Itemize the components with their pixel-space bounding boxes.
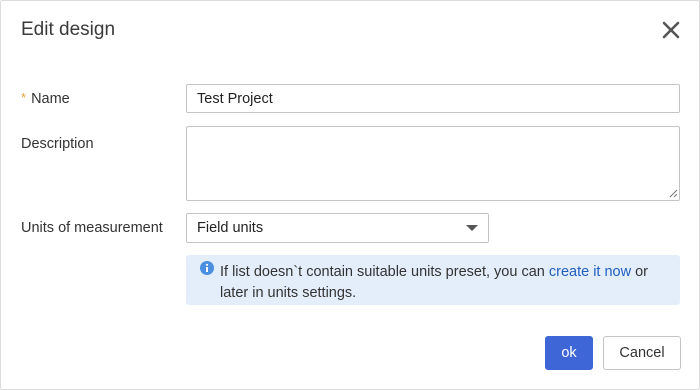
chevron-down-icon — [466, 225, 478, 231]
edit-design-dialog: Edit design * Name Description Units of m… — [0, 0, 700, 390]
info-text: If list doesn`t contain suitable units p… — [220, 262, 670, 304]
units-label: Units of measurement — [21, 220, 163, 236]
units-select[interactable]: Field units — [186, 213, 489, 243]
resize-grip-icon[interactable] — [668, 188, 678, 198]
info-icon — [200, 261, 214, 275]
dialog-title: Edit design — [21, 19, 116, 40]
close-button[interactable] — [659, 18, 683, 42]
info-notice: If list doesn`t contain suitable units p… — [186, 255, 680, 305]
description-label: Description — [21, 136, 94, 152]
name-input[interactable] — [186, 84, 680, 113]
create-units-link[interactable]: create it now — [549, 264, 631, 280]
units-selected-value: Field units — [197, 220, 264, 236]
name-label: * Name — [21, 90, 70, 107]
name-label-text: Name — [31, 91, 70, 107]
description-textarea[interactable] — [186, 126, 680, 201]
required-marker: * — [21, 90, 27, 105]
close-icon — [662, 21, 680, 39]
cancel-button[interactable]: Cancel — [603, 336, 681, 370]
ok-button[interactable]: ok — [545, 336, 593, 370]
info-text-before: If list doesn`t contain suitable units p… — [220, 264, 545, 280]
